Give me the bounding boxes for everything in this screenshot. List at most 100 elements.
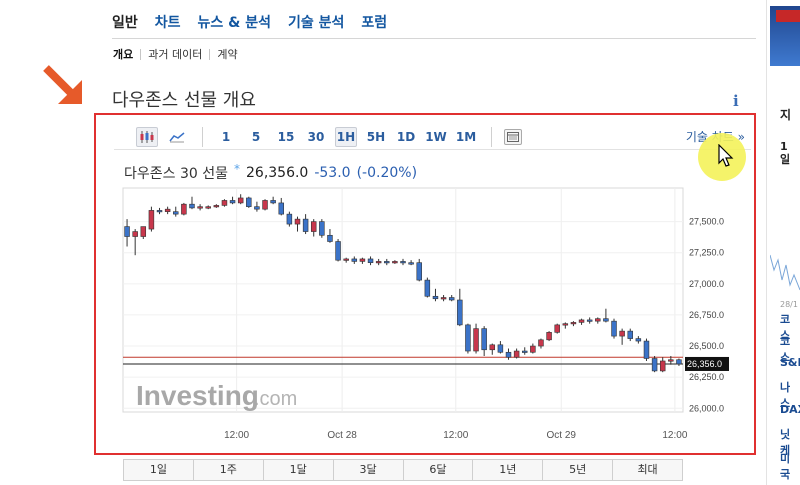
candle-body [351, 258, 358, 262]
price-change-pct: (-0.20%) [356, 165, 418, 181]
interval-1h[interactable]: 1H [335, 126, 357, 147]
subtab-overview[interactable]: 개요 [113, 46, 133, 62]
candle-body [481, 328, 487, 351]
candle-body [513, 350, 520, 358]
price-chart[interactable]: 12:00 Oct 28 12:00 Oct 29 12:00 27,500.0 27,25… [120, 186, 760, 466]
candle-body [327, 234, 333, 242]
candle-body [489, 344, 496, 351]
candle-body [473, 328, 479, 352]
candle-body [384, 261, 390, 264]
candle-body [546, 332, 552, 341]
instrument-name: 다우존스 30 선물 [124, 166, 228, 182]
candle-body [246, 197, 252, 207]
candle-body [635, 338, 642, 342]
mouse-cursor-icon [718, 144, 734, 167]
tab-news-analysis[interactable]: 뉴스 & 분석 [198, 12, 271, 38]
candle-body [497, 344, 504, 353]
candle-body [522, 350, 528, 353]
page-title: 다우존스 선물 개요 [112, 90, 256, 111]
thumbnail-badge [776, 10, 800, 22]
y-tick-label: 27,000.0 [689, 279, 724, 289]
candle-body [213, 205, 220, 208]
candle-body [416, 262, 422, 281]
index-link-sp[interactable]: S&P [780, 356, 800, 369]
mini-chart [770, 254, 800, 291]
right-tab[interactable]: 1 일 [780, 140, 790, 166]
interval-1w[interactable]: 1W [425, 127, 447, 147]
interval-1m[interactable]: 1M [455, 127, 477, 147]
interval-5[interactable]: 5 [245, 127, 267, 147]
candle-body [668, 359, 674, 362]
delay-star: * [234, 162, 240, 176]
index-link-dax[interactable]: DAX [780, 403, 800, 416]
ad-thumbnail[interactable] [770, 6, 800, 66]
toolbar-divider [202, 126, 203, 147]
candle-body [237, 197, 244, 204]
range-1m[interactable]: 1달 [263, 460, 334, 480]
candle-body [319, 221, 325, 236]
interval-15[interactable]: 15 [275, 127, 297, 147]
range-3m[interactable]: 3달 [333, 460, 404, 480]
candle-body [651, 358, 658, 372]
candle-body [538, 339, 544, 347]
y-tick-label: 27,500.0 [689, 217, 724, 227]
info-icon[interactable]: i [733, 92, 739, 110]
candle-body [440, 297, 447, 300]
candle-body [457, 299, 463, 326]
panel-icon[interactable] [504, 128, 522, 145]
right-divider [766, 0, 767, 485]
candle-body [343, 258, 349, 261]
range-max[interactable]: 최대 [613, 460, 682, 480]
candle-body [554, 324, 560, 333]
candle-body [619, 330, 625, 337]
candle-body [181, 203, 187, 215]
tab-forum[interactable]: 포럼 [361, 12, 387, 38]
candle-body [586, 319, 593, 322]
candle-body [392, 261, 398, 264]
candle-body [603, 318, 609, 322]
candle-body [173, 211, 179, 215]
candle-body [562, 323, 569, 326]
interval-5h[interactable]: 5H [365, 127, 387, 147]
subtab-historical-data[interactable]: 과거 데이터 [148, 46, 202, 62]
tab-technical-analysis[interactable]: 기술 분석 [288, 12, 344, 38]
candle-body [530, 345, 536, 353]
x-tick-label: Oct 28 [327, 430, 357, 441]
interval-1[interactable]: 1 [215, 127, 237, 147]
tab-general[interactable]: 일반 [112, 12, 138, 38]
candle-body [132, 231, 138, 237]
range-1y[interactable]: 1년 [473, 460, 544, 480]
price-change: -53.0 [314, 165, 351, 181]
candle-body [375, 261, 382, 264]
candle-body [278, 202, 284, 215]
candle-body [578, 319, 585, 323]
candle-body [676, 359, 682, 365]
sub-tabs: 개요 과거 데이터 계약 [113, 46, 238, 62]
candle-body [286, 213, 293, 225]
tab-chart[interactable]: 차트 [155, 12, 181, 38]
interval-1d[interactable]: 1D [395, 127, 417, 147]
right-header: 지 [780, 108, 792, 122]
subtab-contract[interactable]: 계약 [217, 46, 237, 62]
interval-30[interactable]: 30 [305, 127, 327, 147]
candle-body [448, 297, 455, 301]
candle-body [570, 322, 577, 325]
subtab-separator [209, 48, 211, 60]
candle-body [221, 200, 228, 206]
line-chart-icon[interactable] [166, 127, 188, 147]
range-6m[interactable]: 6달 [403, 460, 474, 480]
candle-body [595, 318, 601, 322]
x-tick-label: 12:00 [224, 430, 249, 441]
index-link-us[interactable]: 미국 [780, 450, 800, 482]
range-1w[interactable]: 1주 [193, 460, 264, 480]
x-tick-label: 12:00 [443, 430, 468, 441]
chart-toolbar: 1 5 15 30 1H 5H 1D 1W 1M 기술 차트 » [114, 124, 751, 150]
range-5y[interactable]: 5년 [543, 460, 614, 480]
range-1d[interactable]: 1일 [124, 460, 194, 480]
candle-body [659, 360, 666, 372]
candle-body [205, 206, 211, 209]
candlestick-icon[interactable] [136, 126, 158, 147]
quote-header: 다우존스 30 선물 * 26,356.0 -53.0 (-0.20%) [124, 162, 418, 183]
candle-body [229, 200, 236, 204]
subtab-separator [140, 48, 142, 60]
